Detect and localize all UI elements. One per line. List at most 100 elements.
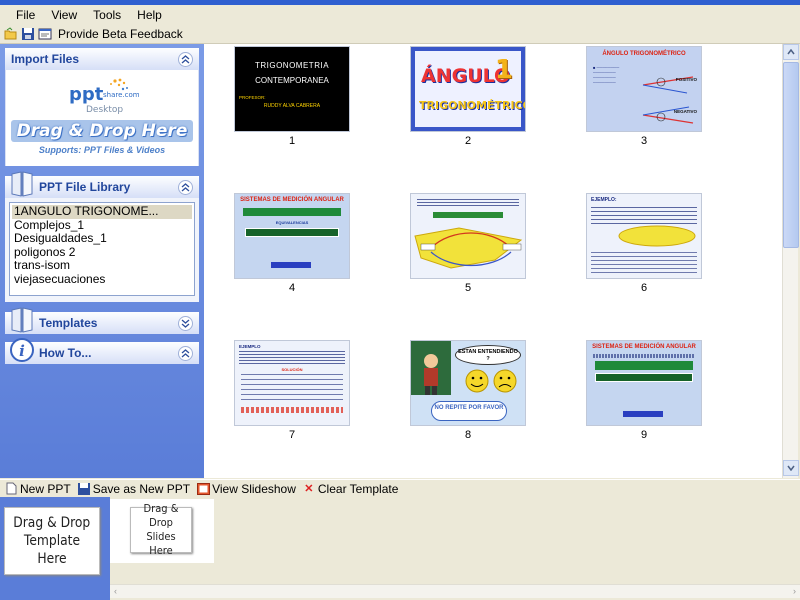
chevron-left-icon[interactable]: ‹: [114, 586, 117, 596]
slide-number: 2: [464, 135, 472, 147]
expand-icon[interactable]: [178, 315, 193, 331]
ppt-library-header[interactable]: PPT File Library: [5, 171, 199, 198]
new-ppt-button[interactable]: New PPT: [4, 482, 71, 496]
slide-title: SISTEMAS DE MEDICIÓN ANGULAR: [240, 197, 344, 203]
howto-panel: i How To...: [5, 338, 199, 364]
slide-title: TRIGONOMETRIA: [254, 61, 330, 70]
svg-text:i: i: [19, 342, 25, 360]
slide-number: 1: [288, 135, 296, 147]
slide-bubble: ESTAN ENTENDIENDO ?: [455, 345, 521, 365]
list-item[interactable]: trans-isom: [12, 258, 192, 273]
menu-help[interactable]: Help: [129, 8, 170, 22]
menu-bar: File View Tools Help: [0, 5, 800, 24]
collapse-icon[interactable]: [178, 345, 193, 361]
save-icon: [77, 482, 91, 496]
slide-number: 7: [288, 429, 296, 441]
clear-template-label: Clear Template: [317, 481, 399, 496]
vertical-scrollbar[interactable]: [782, 44, 799, 478]
import-drop-zone[interactable]: ppt share.com Desktop Drag & Drop Here S…: [5, 70, 199, 166]
howto-title: How To...: [39, 346, 92, 360]
slide-thumbnail-6[interactable]: EJEMPLO:: [586, 193, 702, 279]
drag-drop-label: Drag & Drop Here: [10, 120, 194, 142]
slide-sub: SOLUCIÓN: [281, 367, 303, 372]
templates-panel: Templates: [5, 307, 199, 334]
import-files-header[interactable]: Import Files: [5, 48, 199, 70]
slide-label-positive: POSITIVO: [675, 77, 697, 82]
slide-thumbnail-4[interactable]: SISTEMAS DE MEDICIÓN ANGULAR EQUIVALENCI…: [234, 193, 350, 279]
scroll-down-button[interactable]: [783, 460, 799, 476]
slide-thumbnail-9[interactable]: SISTEMAS DE MEDICIÓN ANGULAR: [586, 340, 702, 426]
slideshow-icon: [196, 482, 210, 496]
menu-tools[interactable]: Tools: [85, 8, 129, 22]
horizontal-scrollbar[interactable]: ‹ ›: [110, 584, 800, 598]
slide-banner: NO REPITE POR FAVOR: [431, 401, 507, 421]
desktop-logo-text: Desktop: [86, 105, 123, 115]
slide-thumbnail-5[interactable]: [410, 193, 526, 279]
beta-feedback-button[interactable]: Provide Beta Feedback: [58, 27, 183, 41]
menu-view[interactable]: View: [43, 8, 85, 22]
bottom-toolbar: New PPT Save as New PPT View Slideshow ✕…: [0, 479, 800, 497]
book-icon: [11, 307, 33, 333]
slide-label-negative: NEGATIVO: [673, 109, 697, 114]
list-item[interactable]: poligonos 2: [12, 245, 192, 260]
slides-tray: Drag & Drop Slides Here ‹ ›: [110, 497, 800, 600]
slide-subtitle: CONTEMPORANEA: [255, 76, 329, 85]
info-icon: i: [10, 338, 34, 362]
templates-header[interactable]: Templates: [5, 307, 199, 334]
slide-number: 5: [464, 282, 472, 294]
book-icon: [11, 171, 33, 197]
clear-template-button[interactable]: ✕ Clear Template: [302, 482, 398, 496]
scroll-thumb[interactable]: [783, 62, 799, 248]
slide-title: EJEMPLO: [239, 344, 261, 349]
save-as-new-button[interactable]: Save as New PPT: [77, 482, 190, 496]
library-wrap: 1ANGULO TRIGONOME... Complejos_1 Desigua…: [5, 198, 199, 302]
slide-number: 3: [640, 135, 648, 147]
import-files-panel: Import Files ppt share.com Desktop Drag …: [5, 48, 199, 166]
open-folder-icon[interactable]: [4, 26, 18, 41]
slides-drop-line2: Slides Here: [146, 530, 176, 557]
slide-sub: EQUIVALENCIAS: [275, 220, 309, 225]
slide-presenter: RUDDY ALVA CABRERA: [263, 103, 321, 109]
slide-title: SISTEMAS DE MEDICIÓN ANGULAR: [592, 344, 696, 350]
slide-number: 8: [464, 429, 472, 441]
template-drop-panel: Drag & Drop Template Here: [0, 497, 110, 600]
import-files-title: Import Files: [11, 52, 80, 66]
slide-thumbnail-1[interactable]: TRIGONOMETRIA CONTEMPORANEA PROFESOR: RU…: [234, 46, 350, 132]
feedback-icon[interactable]: [38, 27, 52, 41]
list-item[interactable]: viejasecuaciones: [12, 272, 192, 287]
new-ppt-label: New PPT: [20, 481, 71, 496]
slides-drop-zone[interactable]: Drag & Drop Slides Here: [130, 502, 192, 557]
pptshare-logo: ppt share.com Desktop: [63, 76, 141, 116]
slide-number: 6: [640, 282, 648, 294]
view-slideshow-label: View Slideshow: [212, 481, 296, 496]
list-item[interactable]: Complejos_1: [12, 218, 192, 233]
list-item[interactable]: Desigualdades_1: [12, 231, 192, 246]
collapse-icon[interactable]: [178, 179, 193, 195]
slide-thumbnail-8[interactable]: ESTAN ENTENDIENDO ? NO REPITE POR FAVOR: [410, 340, 526, 426]
chevron-down-icon: [787, 465, 795, 471]
slide-thumbnail-7[interactable]: EJEMPLO SOLUCIÓN: [234, 340, 350, 426]
slide-thumbnail-2[interactable]: ÁNGULO 1 TRIGONOMÉTRICO: [410, 46, 526, 132]
ppt-library-panel: PPT File Library 1ANGULO TRIGONOME... Co…: [5, 171, 199, 302]
view-slideshow-button[interactable]: View Slideshow: [196, 482, 296, 496]
menu-file[interactable]: File: [8, 8, 43, 22]
slide-thumbnail-3[interactable]: ÁNGULO TRIGONOMÉTRICO ■ ──────── ───────…: [586, 46, 702, 132]
slide-grid: TRIGONOMETRIA CONTEMPORANEA PROFESOR: RU…: [204, 44, 782, 478]
save-icon[interactable]: [21, 27, 35, 41]
howto-header[interactable]: i How To...: [5, 338, 199, 364]
slides-drop-area: Drag & Drop Slides Here: [110, 499, 214, 563]
library-list[interactable]: 1ANGULO TRIGONOME... Complejos_1 Desigua…: [9, 202, 195, 296]
slide-title: EJEMPLO:: [591, 197, 617, 203]
slide-number: 9: [640, 429, 648, 441]
slides-drop-line1: Drag & Drop: [143, 502, 179, 529]
list-item[interactable]: 1ANGULO TRIGONOME...: [12, 204, 192, 219]
template-drop-line1: Drag & Drop: [13, 515, 91, 531]
template-drop-line2: Template Here: [23, 533, 81, 567]
collapse-icon[interactable]: [178, 51, 193, 67]
chevron-right-icon[interactable]: ›: [793, 586, 796, 596]
ppt-library-title: PPT File Library: [39, 180, 131, 194]
template-drop-zone[interactable]: Drag & Drop Template Here: [4, 507, 100, 575]
ppt-logo-text: ppt: [69, 84, 104, 105]
scroll-up-button[interactable]: [783, 44, 799, 60]
slide-number: 4: [288, 282, 296, 294]
